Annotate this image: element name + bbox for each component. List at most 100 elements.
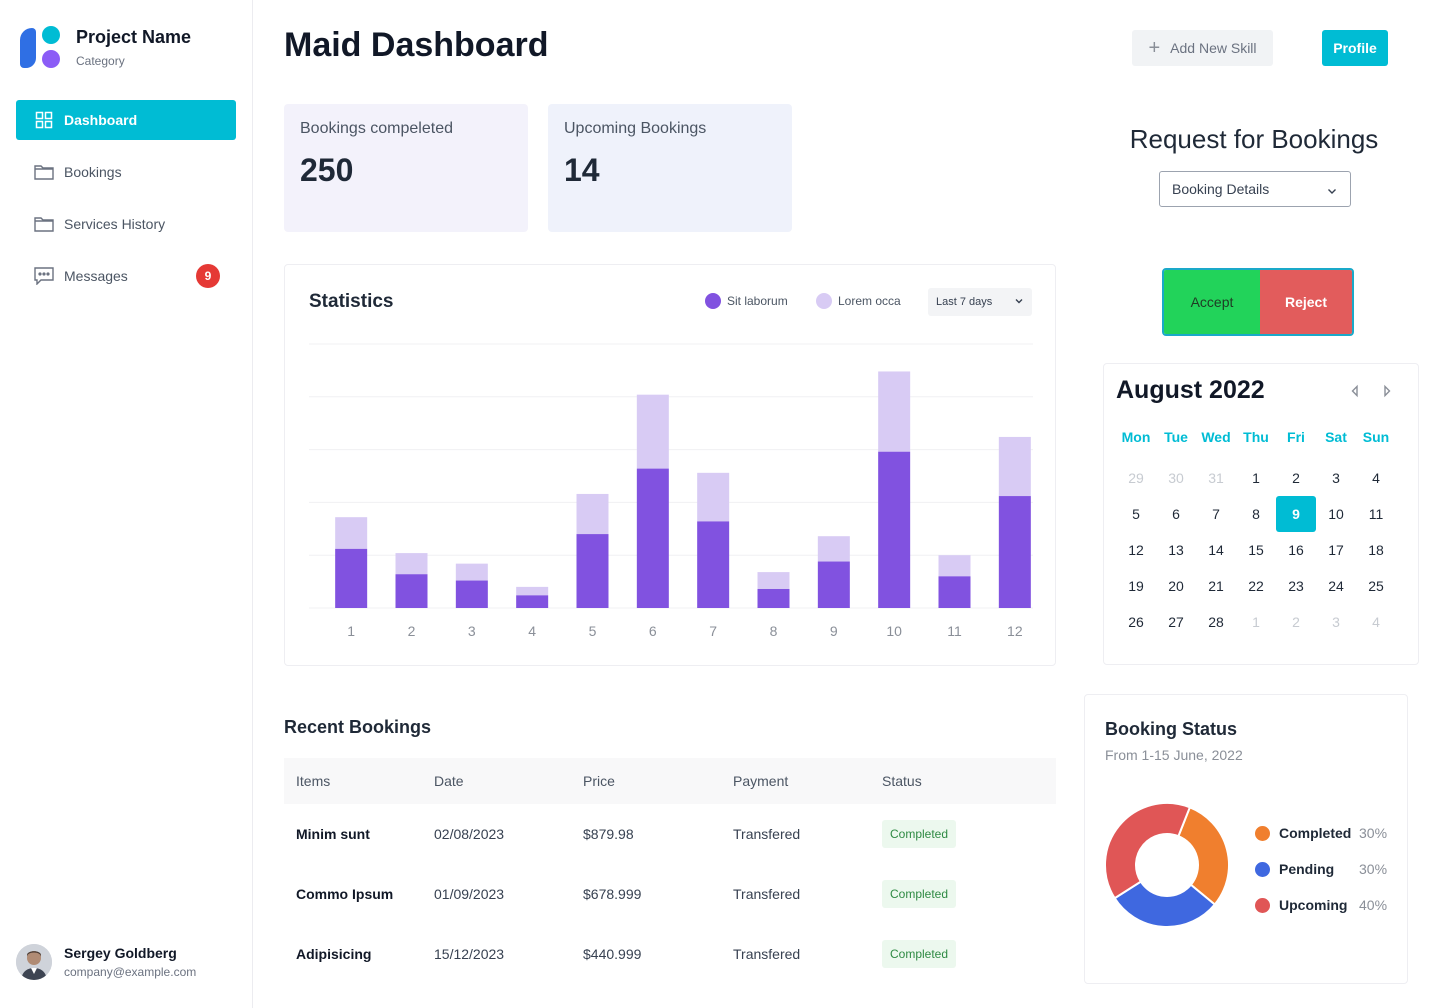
table-row[interactable]: Adipisicing 15/12/2023 $440.999 Transfer… [284,924,1056,984]
calendar-day[interactable]: 8 [1236,496,1276,532]
calendar-day[interactable]: 13 [1156,532,1196,568]
calendar-day[interactable]: 26 [1116,604,1156,640]
bar-lorem-occa [516,586,549,596]
calendar-day[interactable]: 28 [1196,604,1236,640]
x-tick-label: 8 [770,623,778,639]
payment-cell: Transfered [733,886,801,902]
calendar-day[interactable]: 4 [1356,460,1396,496]
calendar-day[interactable]: 25 [1356,568,1396,604]
user-profile[interactable]: Sergey Goldberg company@example.com [16,944,196,980]
booking-status-donut [1105,803,1229,927]
sidebar-item-messages[interactable]: Messages 9 [16,256,236,296]
x-tick-label: 1 [347,623,355,639]
calendar-day[interactable]: 31 [1196,460,1236,496]
sidebar-item-bookings[interactable]: Bookings [16,152,236,192]
weekday-header: Tue [1164,429,1188,445]
calendar-day[interactable]: 24 [1316,568,1356,604]
status-badge: Completed [882,940,957,968]
legend-dot [1255,825,1270,841]
calendar-day[interactable]: 30 [1156,460,1196,496]
x-tick-label: 3 [468,623,476,639]
calendar-grid: Mon Tue Wed Thu Fri Sat Sun 29 30 31 1 2 3 4 5 6 7 8 9 10 11… [1116,426,1396,640]
calendar-day[interactable]: 15 [1236,532,1276,568]
calendar-day[interactable]: 12 [1116,532,1156,568]
calendar-day[interactable]: 2 [1276,460,1316,496]
page-title: Maid Dashboard [284,26,549,64]
calendar-day[interactable]: 2 [1276,604,1316,640]
calendar-day[interactable]: 22 [1236,568,1276,604]
x-tick-label: 4 [528,623,536,639]
card-value: 14 [564,152,600,188]
column-header: Payment [733,773,789,789]
messages-badge: 9 [196,264,220,288]
chat-icon [34,266,54,286]
sidebar-item-label: Bookings [64,164,122,180]
item-cell: Adipisicing [296,946,372,962]
calendar-day[interactable]: 17 [1316,532,1356,568]
table-row[interactable]: Commo Ipsum 01/09/2023 $678.999 Transfer… [284,864,1056,924]
payment-cell: Transfered [733,946,801,962]
calendar-day[interactable]: 29 [1116,460,1156,496]
calendar-day[interactable]: 3 [1316,460,1356,496]
booking-details-select[interactable]: Booking Details [1159,171,1351,207]
legend-label: Completed [1279,825,1352,841]
request-bookings-title: Request for Bookings [1129,124,1379,154]
x-tick-label: 2 [408,623,416,639]
bar-sit-laborum [697,521,730,608]
add-new-skill-button[interactable]: + Add New Skill [1132,30,1273,66]
price-cell: $440.999 [583,946,642,962]
grid-icon [34,110,54,130]
bar-sit-laborum [817,561,850,608]
calendar-day[interactable]: 21 [1196,568,1236,604]
brand: Project Name Category [20,26,191,70]
profile-button[interactable]: Profile [1322,30,1388,66]
calendar-day[interactable]: 11 [1356,496,1396,532]
legend-dot [1255,861,1270,877]
calendar-day[interactable]: 9 [1276,496,1316,532]
folder-icon [34,214,54,234]
statistics-chart: 1 2 3 4 5 6 7 8 9 10 11 12 [309,343,1033,639]
user-email: company@example.com [64,965,197,979]
sidebar-item-services-history[interactable]: Services History [16,204,236,244]
chevron-right-icon[interactable] [1380,384,1394,398]
legend-item-upcoming: Upcoming 40% [1255,887,1387,923]
bar-lorem-occa [998,436,1031,497]
calendar-day[interactable]: 3 [1316,604,1356,640]
calendar-day[interactable]: 14 [1196,532,1236,568]
calendar-day[interactable]: 18 [1356,532,1396,568]
reject-button[interactable]: Reject [1260,270,1352,334]
calendar-day[interactable]: 6 [1156,496,1196,532]
status-badge: Completed [882,880,957,908]
legend-percent: 40% [1359,897,1388,913]
calendar-day[interactable]: 16 [1276,532,1316,568]
calendar-day[interactable]: 10 [1316,496,1356,532]
recent-bookings-table: Items Date Price Payment Status Minim su… [284,758,1056,984]
table-row[interactable]: Minim sunt 02/08/2023 $879.98 Transfered… [284,804,1056,864]
bar-lorem-occa [817,536,850,562]
accept-button[interactable]: Accept [1164,270,1260,334]
payment-cell: Transfered [733,826,801,842]
x-tick-label: 6 [649,623,657,639]
folder-icon [34,162,54,182]
table-header: Items Date Price Payment Status [284,758,1056,804]
calendar-day[interactable]: 4 [1356,604,1396,640]
calendar-day[interactable]: 7 [1196,496,1236,532]
recent-bookings-title: Recent Bookings [284,717,432,737]
calendar-day[interactable]: 20 [1156,568,1196,604]
range-select[interactable]: Last 7 days [928,288,1032,316]
calendar-day[interactable]: 23 [1276,568,1316,604]
legend-item-completed: Completed 30% [1255,815,1387,851]
sidebar-item-dashboard[interactable]: Dashboard [16,100,236,140]
item-cell: Minim sunt [296,826,370,842]
chevron-left-icon[interactable] [1348,384,1362,398]
calendar-day[interactable]: 27 [1156,604,1196,640]
column-header: Items [296,773,331,789]
legend-item-pending: Pending 30% [1255,851,1387,887]
calendar-day[interactable]: 1 [1236,604,1276,640]
calendar-day[interactable]: 19 [1116,568,1156,604]
calendar-day[interactable]: 5 [1116,496,1156,532]
sidebar-item-label: Services History [64,216,166,232]
x-tick-label: 5 [589,623,597,639]
bar-sit-laborum [636,468,669,608]
calendar-day[interactable]: 1 [1236,460,1276,496]
